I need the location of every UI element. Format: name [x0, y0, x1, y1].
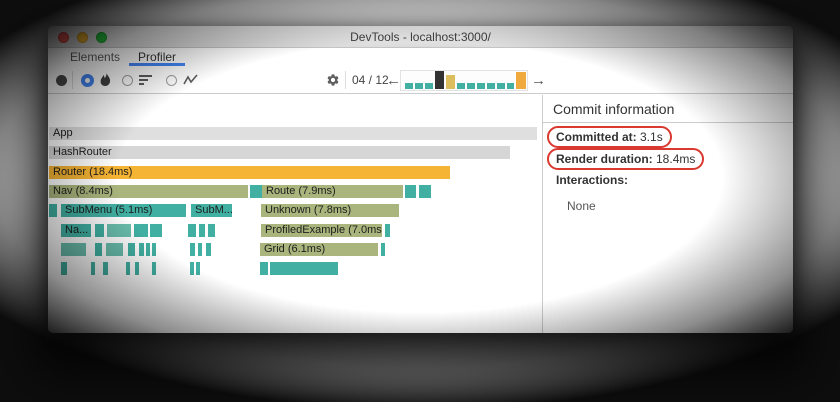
flamegraph-radio[interactable]: [81, 66, 94, 94]
flame-bar[interactable]: [135, 262, 139, 275]
flame-bar[interactable]: [128, 243, 135, 256]
render-duration-line: Render duration: 18.4ms: [547, 148, 705, 170]
ranked-radio[interactable]: [122, 66, 133, 94]
settings-gear-button[interactable]: [326, 66, 340, 94]
flame-bar[interactable]: Unknown (7.8ms): [261, 204, 399, 217]
flame-bar[interactable]: [152, 243, 156, 256]
flame-bar[interactable]: [146, 243, 150, 256]
commit-bar[interactable]: [415, 83, 423, 89]
flame-bar[interactable]: [61, 262, 67, 275]
pane-divider: [543, 122, 793, 123]
radio-unselected-icon: [166, 74, 177, 86]
flame-bar[interactable]: App: [49, 127, 537, 140]
commit-bar[interactable]: [477, 83, 485, 89]
profiler-toolbar: 04 / 12 ← →: [48, 66, 793, 94]
flame-bar[interactable]: ProfiledExample (7.0ms): [261, 224, 382, 237]
flame-bar[interactable]: [152, 262, 156, 275]
toolbar-divider: [72, 71, 73, 89]
render-duration-label: Render duration:: [556, 152, 653, 166]
flame-bar[interactable]: [188, 224, 196, 237]
flame-bar[interactable]: [103, 262, 108, 275]
committed-at-label: Committed at:: [556, 130, 637, 144]
flame-bar[interactable]: [334, 262, 338, 275]
flame-bar[interactable]: SubMenu (5.1ms): [61, 204, 186, 217]
close-window-button[interactable]: [58, 32, 69, 43]
commit-timeline: [400, 70, 528, 91]
flame-bar[interactable]: [126, 262, 130, 275]
commit-info-pane: Commit information Committed at: 3.1s Re…: [542, 95, 793, 333]
profiler-content: App HashRouter Router (18.4ms) Nav (8.4ms) R…: [48, 95, 793, 333]
interactions-label: Interactions:: [556, 173, 629, 187]
flame-bar[interactable]: [260, 262, 268, 275]
flame-bar[interactable]: Route (7.9ms): [262, 185, 403, 198]
record-icon: [56, 74, 67, 86]
commit-bar[interactable]: [446, 75, 455, 89]
commit-bar[interactable]: [507, 83, 514, 89]
pane-title: Commit information: [553, 101, 675, 117]
zoom-window-button[interactable]: [96, 32, 107, 43]
commit-bar[interactable]: [467, 83, 475, 89]
flame-bar[interactable]: [106, 243, 123, 256]
devtools-window: DevTools - localhost:3000/ Elements Profi…: [48, 26, 793, 333]
flame-bar[interactable]: [199, 224, 205, 237]
flame-chart: App HashRouter Router (18.4ms) Nav (8.4ms) R…: [48, 95, 542, 333]
minimize-window-button[interactable]: [77, 32, 88, 43]
flame-bar[interactable]: [427, 185, 431, 198]
render-duration-annotation: Render duration: 18.4ms: [547, 148, 705, 170]
record-button[interactable]: [56, 66, 67, 94]
flame-icon: [99, 66, 112, 94]
flame-bar[interactable]: Router (18.4ms): [49, 166, 450, 179]
toolbar-divider: [345, 71, 346, 89]
flame-bar[interactable]: [91, 262, 95, 275]
flame-bar[interactable]: [206, 243, 211, 256]
flame-bar[interactable]: [95, 243, 102, 256]
flame-bar[interactable]: Na...: [61, 224, 91, 237]
ranked-chart-icon: [139, 66, 152, 94]
commit-bar[interactable]: [487, 83, 495, 89]
interactions-icon: [183, 66, 198, 94]
commit-bar[interactable]: [457, 83, 465, 89]
render-duration-value: 18.4ms: [652, 152, 696, 166]
radio-selected-icon: [81, 73, 94, 87]
flame-bar[interactable]: Grid (6.1ms): [260, 243, 378, 256]
flame-bar[interactable]: [190, 262, 194, 275]
commit-bar[interactable]: [497, 83, 505, 89]
next-commit-button[interactable]: →: [531, 66, 546, 94]
committed-at-annotation: Committed at: 3.1s: [547, 126, 672, 148]
flame-bar[interactable]: [196, 262, 200, 275]
commit-bar[interactable]: [435, 71, 444, 89]
commit-bar[interactable]: [425, 83, 433, 89]
flame-bar[interactable]: [405, 185, 416, 198]
previous-commit-button[interactable]: ←: [386, 66, 401, 94]
tab-profiler[interactable]: Profiler: [129, 48, 186, 66]
flame-bar[interactable]: [381, 243, 385, 256]
flame-bar[interactable]: Nav (8.4ms): [49, 185, 248, 198]
window-title: DevTools - localhost:3000/: [350, 30, 491, 44]
flame-bar[interactable]: [208, 224, 215, 237]
title-bar[interactable]: DevTools - localhost:3000/: [48, 26, 793, 48]
flame-bar[interactable]: [61, 243, 86, 256]
tab-bar: Elements Profiler: [48, 48, 793, 66]
flame-bar[interactable]: HashRouter: [49, 146, 510, 159]
flame-bar[interactable]: [107, 224, 131, 237]
committed-at-line: Committed at: 3.1s: [547, 126, 672, 148]
gear-icon: [327, 74, 339, 86]
flame-bar[interactable]: [190, 243, 195, 256]
flame-bar[interactable]: SubM...: [191, 204, 232, 217]
radio-unselected-icon: [122, 74, 133, 86]
flame-bar[interactable]: [139, 243, 144, 256]
flame-bar[interactable]: [158, 224, 162, 237]
interactions-radio[interactable]: [166, 66, 177, 94]
flame-bar[interactable]: [385, 224, 390, 237]
flame-bar[interactable]: [95, 224, 104, 237]
interactions-value: None: [567, 199, 596, 213]
commit-bar[interactable]: [516, 72, 526, 89]
flame-bar[interactable]: [198, 243, 202, 256]
commit-counter: 04 / 12: [352, 73, 389, 87]
committed-at-value: 3.1s: [636, 130, 663, 144]
flame-bar[interactable]: [49, 204, 57, 217]
tab-elements[interactable]: Elements: [61, 48, 129, 66]
commit-bar[interactable]: [405, 83, 413, 89]
flame-bar[interactable]: [134, 224, 148, 237]
